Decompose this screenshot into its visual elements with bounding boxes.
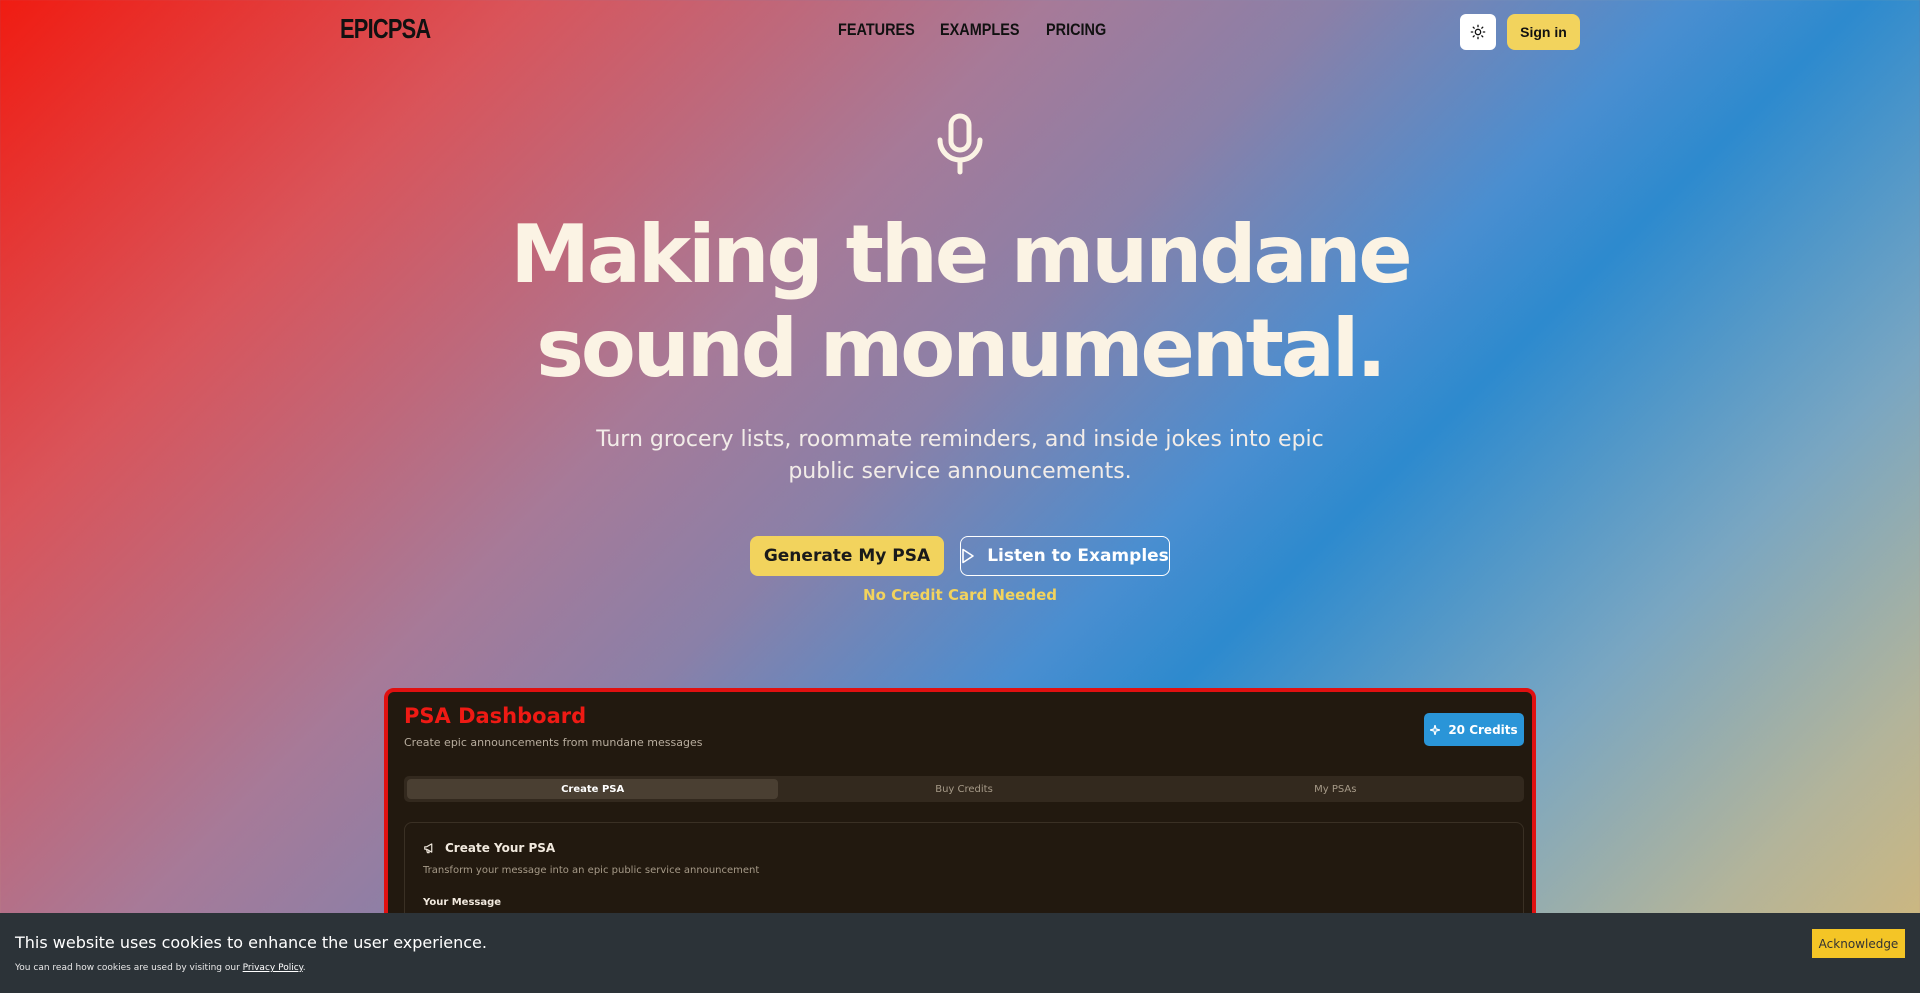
hero-headline: Making the mundane sound monumental. xyxy=(0,208,1920,396)
theme-toggle-button[interactable] xyxy=(1460,14,1496,50)
cookie-banner: This website uses cookies to enhance the… xyxy=(0,913,1920,993)
acknowledge-button[interactable]: Acknowledge xyxy=(1812,929,1905,958)
dashboard-subtitle: Create epic announcements from mundane m… xyxy=(404,736,703,749)
tab-buy-credits[interactable]: Buy Credits xyxy=(778,779,1149,799)
generate-psa-button[interactable]: Generate My PSA xyxy=(750,536,944,576)
headline-line-2: sound monumental. xyxy=(536,302,1386,395)
sparkle-icon xyxy=(1430,724,1441,735)
site-header: EPICPSA FEATURES EXAMPLES PRICING Sign i… xyxy=(0,0,1920,64)
card-title: Create Your PSA xyxy=(423,841,555,855)
nav-features[interactable]: FEATURES xyxy=(838,20,915,40)
credits-label: 20 Credits xyxy=(1448,722,1518,737)
microphone-icon xyxy=(937,113,983,175)
headline-line-1: Making the mundane xyxy=(510,208,1412,301)
play-icon xyxy=(962,548,975,564)
hero-subtitle: Turn grocery lists, roommate reminders, … xyxy=(596,427,1324,484)
listen-examples-button[interactable]: Listen to Examples xyxy=(960,536,1170,576)
card-title-label: Create Your PSA xyxy=(445,841,556,855)
message-field-label: Your Message xyxy=(423,897,502,908)
cookie-detail-suffix: . xyxy=(302,963,306,973)
nav-pricing[interactable]: PRICING xyxy=(1046,20,1106,40)
sun-icon xyxy=(1470,24,1486,40)
card-subtitle: Transform your message into an epic publ… xyxy=(423,865,760,876)
listen-examples-label: Listen to Examples xyxy=(987,546,1169,566)
dashboard-tabs: Create PSA Buy Credits My PSAs xyxy=(404,776,1524,802)
credits-badge[interactable]: 20 Credits xyxy=(1424,713,1524,746)
privacy-policy-link[interactable]: Privacy Policy xyxy=(243,963,303,973)
no-credit-card-note: No Credit Card Needed xyxy=(863,586,1057,604)
cookie-message: This website uses cookies to enhance the… xyxy=(15,933,487,952)
signin-button[interactable]: Sign in xyxy=(1507,14,1580,50)
tab-my-psas[interactable]: My PSAs xyxy=(1150,779,1521,799)
tab-create-psa[interactable]: Create PSA xyxy=(407,779,779,799)
logo[interactable]: EPICPSA xyxy=(340,13,431,45)
cookie-detail: You can read how cookies are used by vis… xyxy=(15,963,306,973)
main-nav: FEATURES EXAMPLES PRICING xyxy=(838,20,1109,40)
dashboard-title: PSA Dashboard xyxy=(404,704,587,728)
cookie-detail-prefix: You can read how cookies are used by vis… xyxy=(15,963,243,973)
nav-examples[interactable]: EXAMPLES xyxy=(940,20,1020,40)
megaphone-icon xyxy=(424,843,433,854)
